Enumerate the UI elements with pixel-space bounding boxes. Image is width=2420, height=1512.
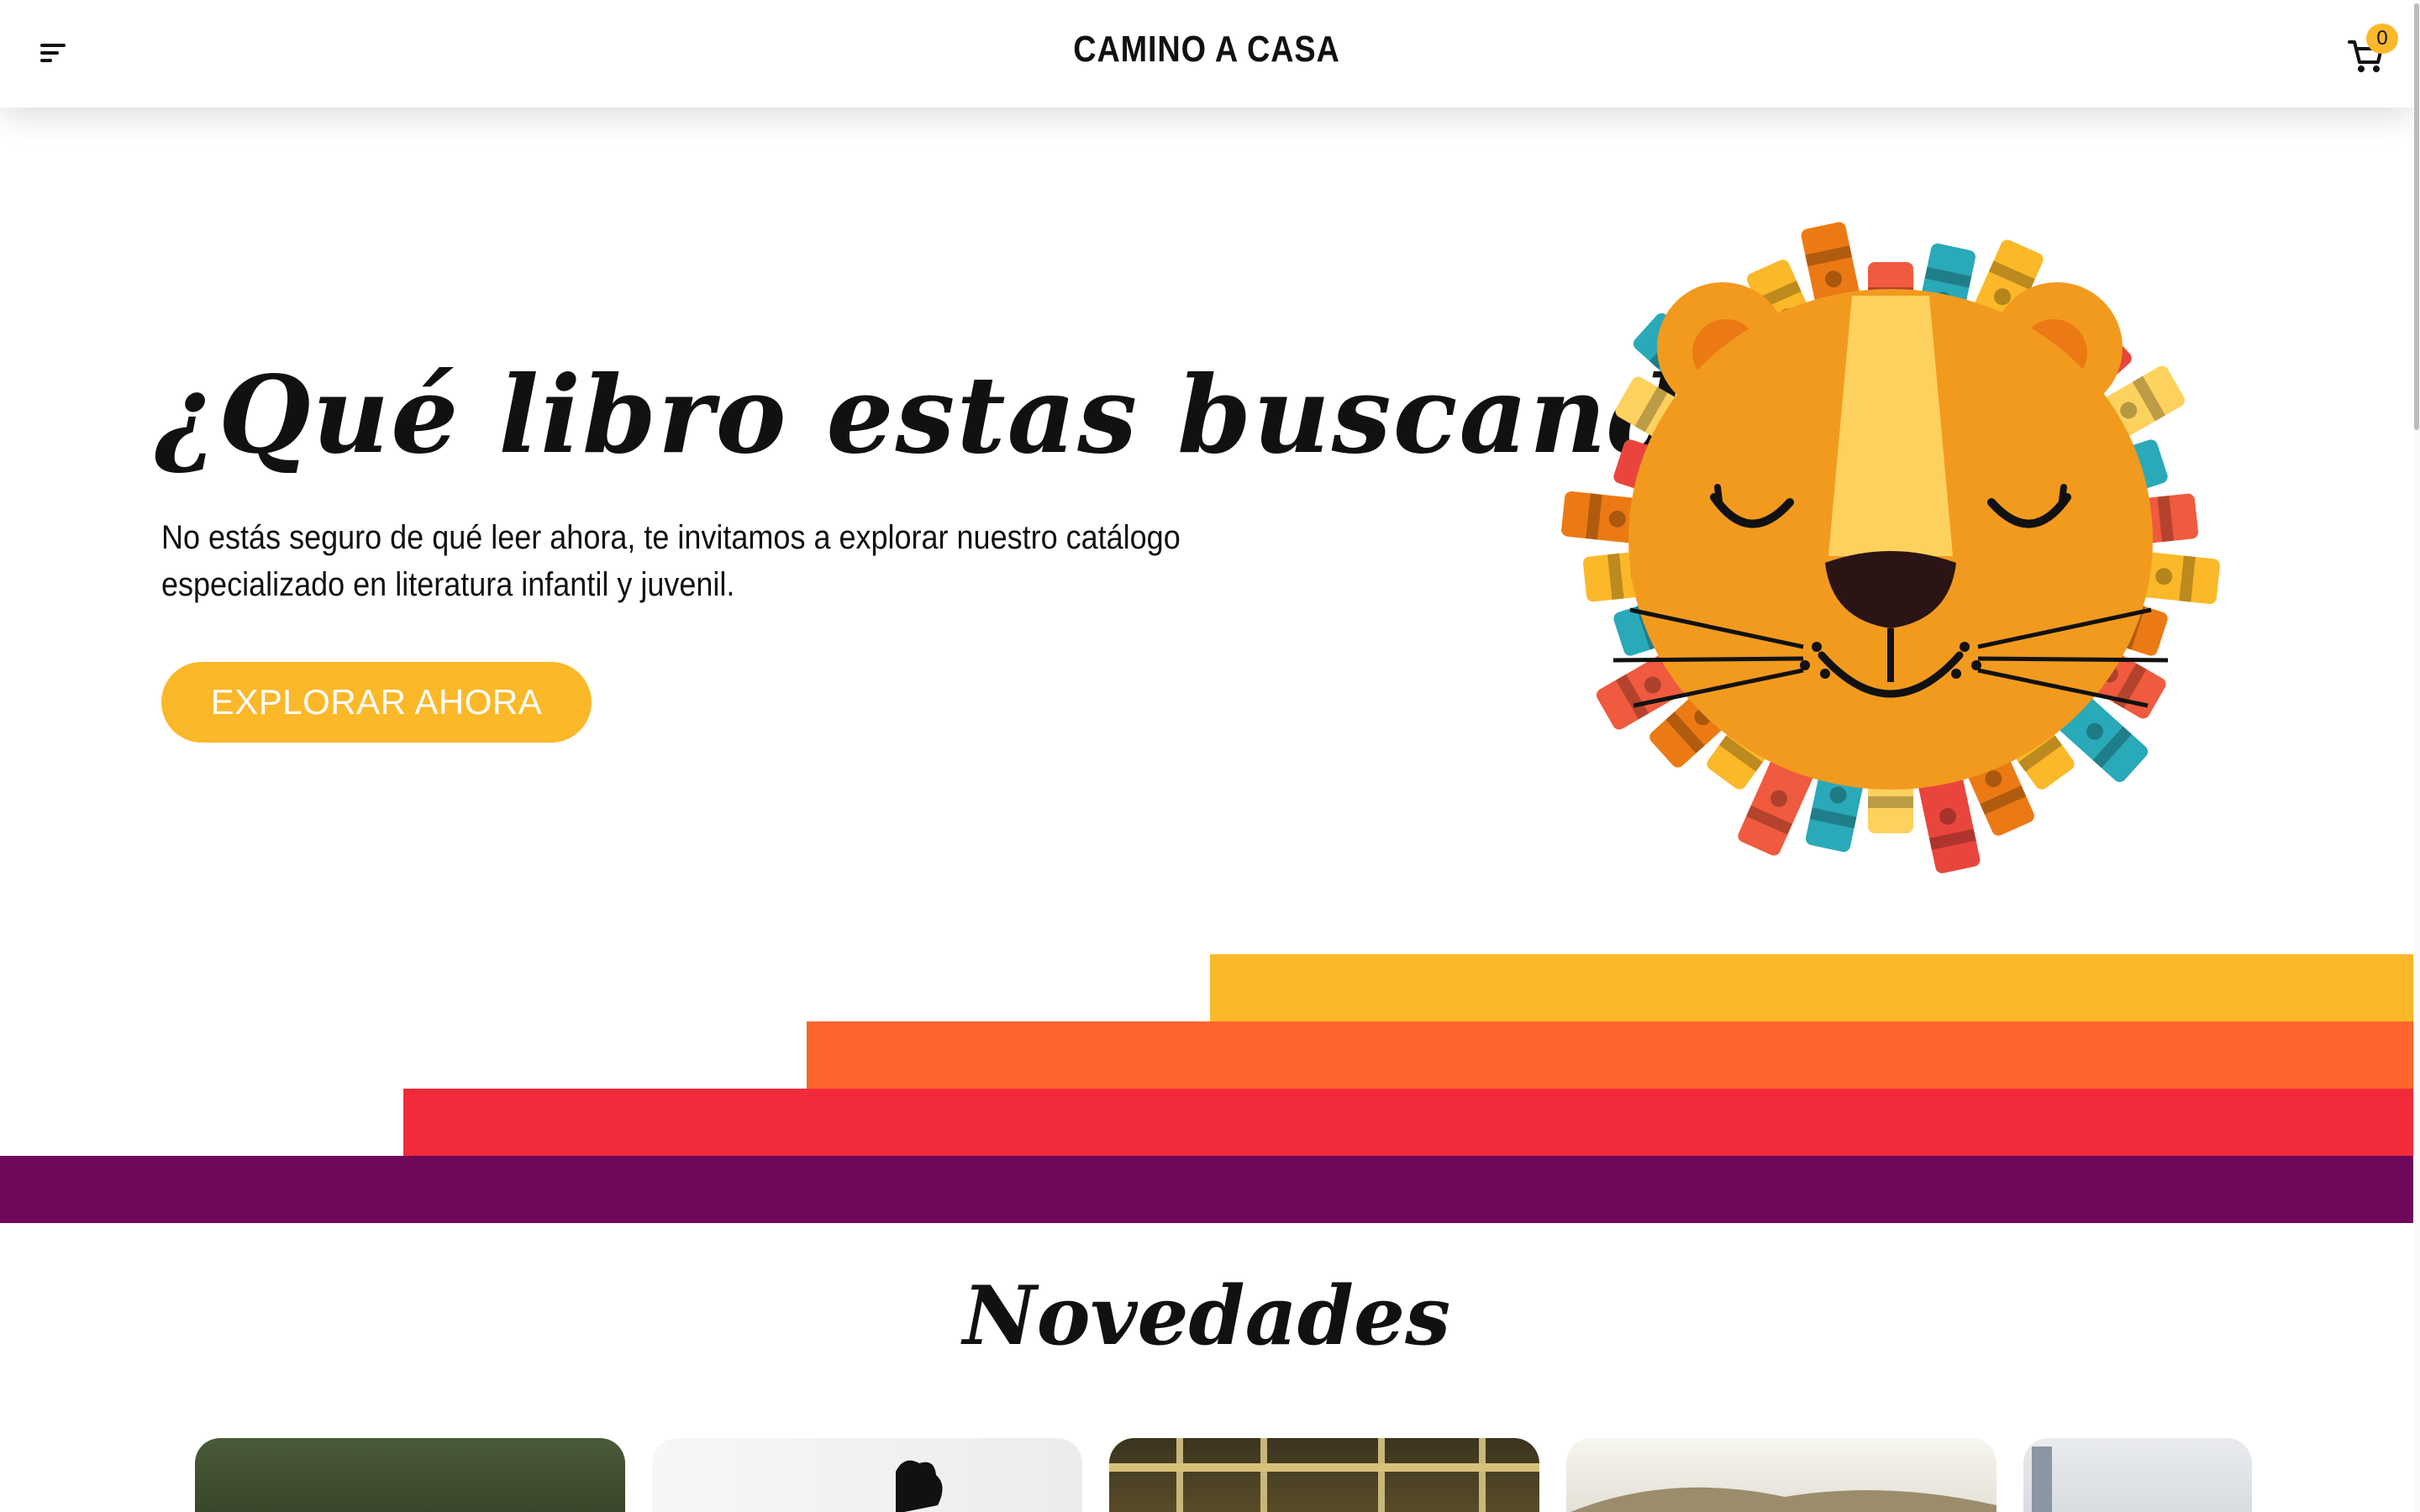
book-cover-art — [2032, 1446, 2052, 1512]
book-card[interactable] — [2023, 1438, 2252, 1512]
stripe-yellow — [1210, 954, 2420, 1021]
book-cover-art — [1570, 1487, 1996, 1512]
stripe-purple — [0, 1156, 2420, 1223]
novedades-carousel — [195, 1438, 2252, 1512]
brand-logo[interactable]: CAMINO A CASA — [169, 29, 2244, 71]
cart-count-badge: 0 — [2366, 24, 2398, 54]
book-cover-art — [896, 1460, 943, 1512]
page-scrollbar[interactable] — [2413, 0, 2420, 1512]
book-cover-art — [1109, 1438, 1539, 1512]
section-title-novedades: Novedades — [962, 1268, 1451, 1363]
menu-button[interactable] — [30, 32, 77, 76]
explore-now-button[interactable]: EXPLORAR AHORA — [161, 662, 592, 743]
book-card[interactable] — [1566, 1438, 1996, 1512]
book-card[interactable] — [195, 1438, 625, 1512]
hamburger-icon — [40, 44, 66, 62]
stripe-orange — [807, 1021, 2420, 1089]
hero-description: No estás seguro de qué leer ahora, te in… — [161, 519, 1181, 603]
lion-books-illustration — [1561, 222, 2220, 874]
scrollbar-thumb[interactable] — [2414, 3, 2419, 430]
book-card[interactable] — [652, 1438, 1082, 1512]
page: CAMINO A CASA 0 ¿Qué libro estas buscand… — [0, 0, 2420, 1512]
site-header: CAMINO A CASA 0 — [0, 0, 2413, 108]
book-card[interactable] — [1109, 1438, 1539, 1512]
stripe-red — [403, 1089, 2420, 1156]
